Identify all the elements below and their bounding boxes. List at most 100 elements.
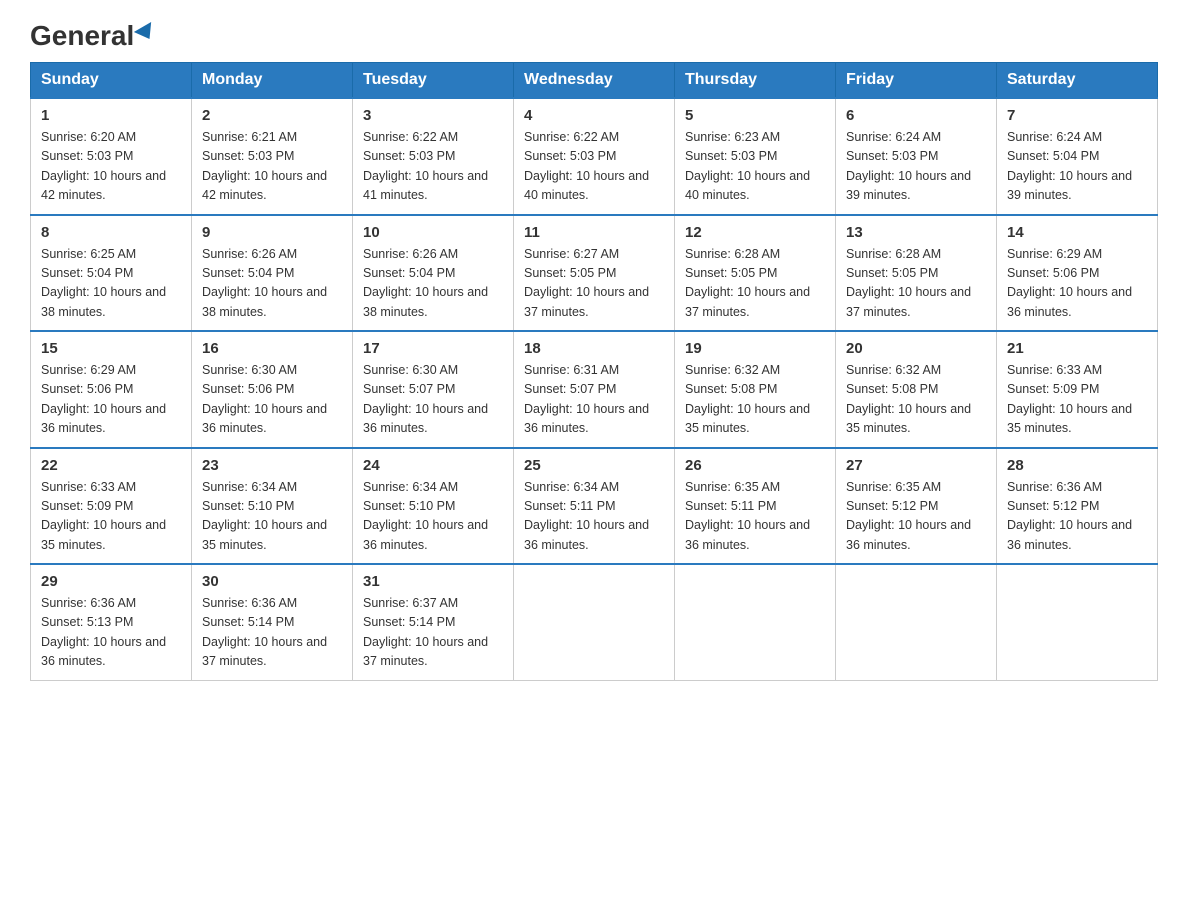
daylight-label: Daylight: 10 hours and 36 minutes. (1007, 518, 1132, 551)
sunrise-label: Sunrise: 6:25 AM (41, 247, 136, 261)
daylight-label: Daylight: 10 hours and 40 minutes. (685, 169, 810, 202)
sunset-label: Sunset: 5:09 PM (41, 499, 133, 513)
sunset-label: Sunset: 5:14 PM (202, 615, 294, 629)
sunrise-label: Sunrise: 6:34 AM (202, 480, 297, 494)
sunset-label: Sunset: 5:14 PM (363, 615, 455, 629)
calendar-cell: 18 Sunrise: 6:31 AM Sunset: 5:07 PM Dayl… (514, 331, 675, 448)
daylight-label: Daylight: 10 hours and 36 minutes. (41, 402, 166, 435)
calendar-week-row: 15 Sunrise: 6:29 AM Sunset: 5:06 PM Dayl… (31, 331, 1158, 448)
calendar-cell: 14 Sunrise: 6:29 AM Sunset: 5:06 PM Dayl… (997, 215, 1158, 332)
day-info: Sunrise: 6:27 AM Sunset: 5:05 PM Dayligh… (524, 245, 664, 323)
calendar-cell: 24 Sunrise: 6:34 AM Sunset: 5:10 PM Dayl… (353, 448, 514, 565)
daylight-label: Daylight: 10 hours and 36 minutes. (202, 402, 327, 435)
sunrise-label: Sunrise: 6:26 AM (363, 247, 458, 261)
day-info: Sunrise: 6:28 AM Sunset: 5:05 PM Dayligh… (685, 245, 825, 323)
calendar-cell (836, 564, 997, 680)
sunrise-label: Sunrise: 6:32 AM (846, 363, 941, 377)
sunset-label: Sunset: 5:05 PM (685, 266, 777, 280)
sunset-label: Sunset: 5:11 PM (524, 499, 616, 513)
day-number: 11 (524, 224, 664, 241)
day-info: Sunrise: 6:30 AM Sunset: 5:07 PM Dayligh… (363, 361, 503, 439)
calendar-header-row: SundayMondayTuesdayWednesdayThursdayFrid… (31, 63, 1158, 99)
day-info: Sunrise: 6:32 AM Sunset: 5:08 PM Dayligh… (685, 361, 825, 439)
calendar-cell: 22 Sunrise: 6:33 AM Sunset: 5:09 PM Dayl… (31, 448, 192, 565)
day-info: Sunrise: 6:36 AM Sunset: 5:13 PM Dayligh… (41, 594, 181, 672)
day-number: 19 (685, 340, 825, 357)
daylight-label: Daylight: 10 hours and 38 minutes. (363, 285, 488, 318)
day-number: 18 (524, 340, 664, 357)
day-number: 22 (41, 457, 181, 474)
sunset-label: Sunset: 5:08 PM (685, 382, 777, 396)
calendar-cell: 7 Sunrise: 6:24 AM Sunset: 5:04 PM Dayli… (997, 98, 1158, 215)
day-info: Sunrise: 6:35 AM Sunset: 5:11 PM Dayligh… (685, 478, 825, 556)
daylight-label: Daylight: 10 hours and 36 minutes. (363, 518, 488, 551)
daylight-label: Daylight: 10 hours and 36 minutes. (1007, 285, 1132, 318)
calendar-cell: 1 Sunrise: 6:20 AM Sunset: 5:03 PM Dayli… (31, 98, 192, 215)
day-of-week-header: Friday (836, 63, 997, 99)
daylight-label: Daylight: 10 hours and 37 minutes. (685, 285, 810, 318)
day-number: 9 (202, 224, 342, 241)
day-number: 2 (202, 107, 342, 124)
daylight-label: Daylight: 10 hours and 36 minutes. (524, 402, 649, 435)
day-info: Sunrise: 6:21 AM Sunset: 5:03 PM Dayligh… (202, 128, 342, 206)
sunset-label: Sunset: 5:12 PM (1007, 499, 1099, 513)
calendar-cell: 23 Sunrise: 6:34 AM Sunset: 5:10 PM Dayl… (192, 448, 353, 565)
day-info: Sunrise: 6:26 AM Sunset: 5:04 PM Dayligh… (363, 245, 503, 323)
sunrise-label: Sunrise: 6:26 AM (202, 247, 297, 261)
sunset-label: Sunset: 5:12 PM (846, 499, 938, 513)
sunset-label: Sunset: 5:10 PM (363, 499, 455, 513)
calendar-week-row: 29 Sunrise: 6:36 AM Sunset: 5:13 PM Dayl… (31, 564, 1158, 680)
sunrise-label: Sunrise: 6:22 AM (363, 130, 458, 144)
day-info: Sunrise: 6:20 AM Sunset: 5:03 PM Dayligh… (41, 128, 181, 206)
calendar-cell: 8 Sunrise: 6:25 AM Sunset: 5:04 PM Dayli… (31, 215, 192, 332)
daylight-label: Daylight: 10 hours and 37 minutes. (524, 285, 649, 318)
sunrise-label: Sunrise: 6:32 AM (685, 363, 780, 377)
day-number: 25 (524, 457, 664, 474)
calendar-cell: 26 Sunrise: 6:35 AM Sunset: 5:11 PM Dayl… (675, 448, 836, 565)
sunrise-label: Sunrise: 6:37 AM (363, 596, 458, 610)
day-info: Sunrise: 6:22 AM Sunset: 5:03 PM Dayligh… (363, 128, 503, 206)
day-of-week-header: Sunday (31, 63, 192, 99)
day-number: 31 (363, 573, 503, 590)
daylight-label: Daylight: 10 hours and 39 minutes. (846, 169, 971, 202)
daylight-label: Daylight: 10 hours and 36 minutes. (685, 518, 810, 551)
day-info: Sunrise: 6:36 AM Sunset: 5:12 PM Dayligh… (1007, 478, 1147, 556)
day-info: Sunrise: 6:26 AM Sunset: 5:04 PM Dayligh… (202, 245, 342, 323)
day-of-week-header: Thursday (675, 63, 836, 99)
day-number: 29 (41, 573, 181, 590)
calendar-cell: 4 Sunrise: 6:22 AM Sunset: 5:03 PM Dayli… (514, 98, 675, 215)
sunrise-label: Sunrise: 6:29 AM (41, 363, 136, 377)
sunrise-label: Sunrise: 6:30 AM (363, 363, 458, 377)
calendar-cell: 29 Sunrise: 6:36 AM Sunset: 5:13 PM Dayl… (31, 564, 192, 680)
sunset-label: Sunset: 5:04 PM (1007, 149, 1099, 163)
day-of-week-header: Saturday (997, 63, 1158, 99)
sunrise-label: Sunrise: 6:20 AM (41, 130, 136, 144)
daylight-label: Daylight: 10 hours and 37 minutes. (202, 635, 327, 668)
daylight-label: Daylight: 10 hours and 36 minutes. (363, 402, 488, 435)
sunrise-label: Sunrise: 6:29 AM (1007, 247, 1102, 261)
sunrise-label: Sunrise: 6:30 AM (202, 363, 297, 377)
day-number: 27 (846, 457, 986, 474)
sunset-label: Sunset: 5:06 PM (41, 382, 133, 396)
calendar-cell (675, 564, 836, 680)
sunrise-label: Sunrise: 6:31 AM (524, 363, 619, 377)
day-number: 6 (846, 107, 986, 124)
calendar-cell: 2 Sunrise: 6:21 AM Sunset: 5:03 PM Dayli… (192, 98, 353, 215)
day-number: 7 (1007, 107, 1147, 124)
day-number: 12 (685, 224, 825, 241)
day-info: Sunrise: 6:30 AM Sunset: 5:06 PM Dayligh… (202, 361, 342, 439)
day-number: 8 (41, 224, 181, 241)
day-number: 3 (363, 107, 503, 124)
sunset-label: Sunset: 5:05 PM (524, 266, 616, 280)
calendar-cell: 21 Sunrise: 6:33 AM Sunset: 5:09 PM Dayl… (997, 331, 1158, 448)
daylight-label: Daylight: 10 hours and 38 minutes. (41, 285, 166, 318)
day-number: 15 (41, 340, 181, 357)
daylight-label: Daylight: 10 hours and 36 minutes. (524, 518, 649, 551)
daylight-label: Daylight: 10 hours and 39 minutes. (1007, 169, 1132, 202)
logo-arrow-icon (134, 22, 158, 44)
sunset-label: Sunset: 5:03 PM (685, 149, 777, 163)
daylight-label: Daylight: 10 hours and 35 minutes. (846, 402, 971, 435)
calendar-cell: 27 Sunrise: 6:35 AM Sunset: 5:12 PM Dayl… (836, 448, 997, 565)
day-number: 28 (1007, 457, 1147, 474)
daylight-label: Daylight: 10 hours and 38 minutes. (202, 285, 327, 318)
